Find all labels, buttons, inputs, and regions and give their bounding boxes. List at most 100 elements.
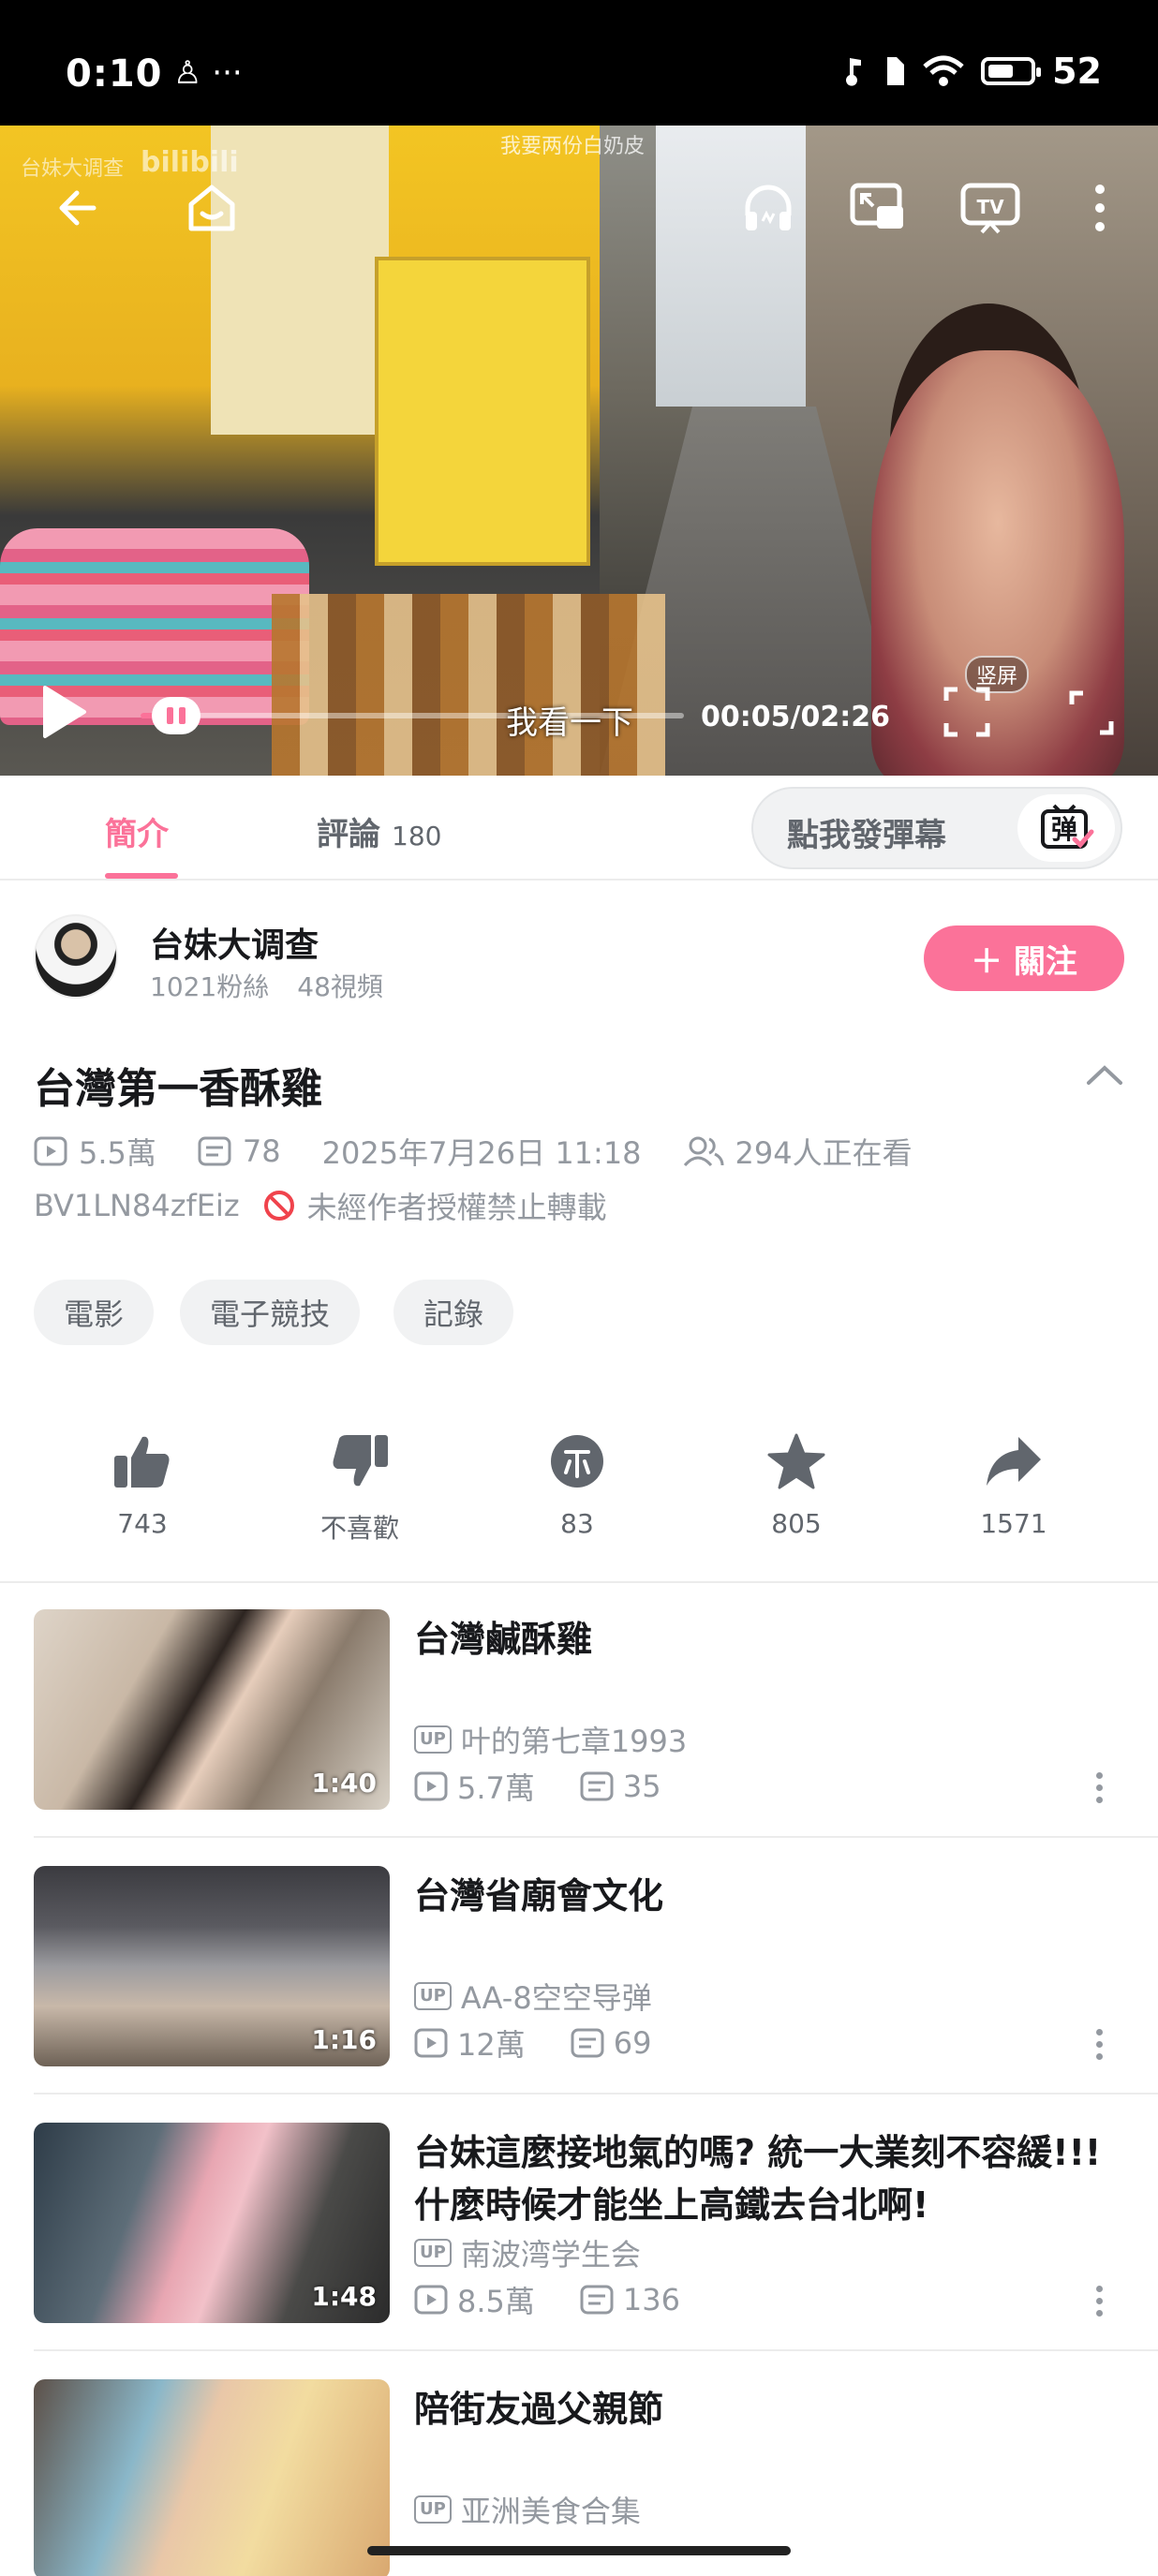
related-views: 12萬 bbox=[457, 2027, 526, 2063]
share-arrow-icon bbox=[987, 1437, 1041, 1486]
related-stats: 12萬 69 bbox=[414, 2021, 651, 2065]
up-badge-icon: UP bbox=[414, 1725, 452, 1754]
favorite-button[interactable]: 805 bbox=[731, 1431, 862, 1539]
home-icon[interactable] bbox=[184, 180, 240, 236]
tab-comments-label: 評論 bbox=[317, 816, 380, 853]
play-count-icon bbox=[414, 2285, 448, 2315]
up-badge-icon: UP bbox=[414, 2495, 452, 2524]
uploader-videos: 48視頻 bbox=[297, 971, 383, 1002]
related-separator bbox=[34, 2349, 1158, 2351]
related-video-item[interactable]: 1:40 台灣鹹酥雞 UP 叶的第七章1993 5.7萬 35 bbox=[0, 1609, 1158, 1849]
fullscreen-vertical-icon[interactable] bbox=[943, 686, 991, 738]
up-badge-icon: UP bbox=[414, 1982, 452, 2010]
play-count-icon bbox=[414, 2028, 448, 2058]
related-uploader-name: 南波湾学生会 bbox=[460, 2237, 641, 2273]
fullscreen-icon[interactable] bbox=[1068, 689, 1115, 736]
related-danmaku: 35 bbox=[622, 1769, 661, 1804]
tab-comments-count: 180 bbox=[392, 821, 442, 851]
uploader-stats: 1021粉絲 48視頻 bbox=[150, 967, 383, 1004]
viewers-icon bbox=[683, 1136, 724, 1167]
watching-now: 294人正在看 bbox=[735, 1135, 913, 1171]
tab-comments[interactable]: 評論 180 bbox=[317, 808, 441, 854]
related-thumbnail[interactable]: 1:16 bbox=[34, 1866, 390, 2066]
home-indicator[interactable] bbox=[367, 2546, 791, 2555]
related-uploader-name: AA-8空空导弹 bbox=[460, 1980, 652, 2016]
video-player[interactable]: 台妹大调查 bilibili 我要两份白奶皮 TV 竖屏 我看一下 00:05/… bbox=[0, 126, 1158, 776]
danmaku-count-icon bbox=[580, 2285, 614, 2315]
view-count: 5.5萬 bbox=[79, 1135, 156, 1171]
tab-intro[interactable]: 簡介 bbox=[105, 808, 169, 854]
related-title[interactable]: 台灣省廟會文化 bbox=[414, 1870, 1107, 1922]
related-video-item[interactable]: 1:48 台妹這麼接地氣的嗎? 統一大業刻不容緩!!! 什麼時候才能坐上高鐵去台… bbox=[0, 2123, 1158, 2362]
danmaku-input[interactable]: 點我發彈幕 弹 bbox=[751, 787, 1122, 869]
picture-in-picture-icon[interactable] bbox=[849, 180, 907, 236]
audio-headphones-icon[interactable] bbox=[740, 180, 796, 236]
related-uploader-name: 亚洲美食合集 bbox=[460, 2494, 641, 2529]
chevron-up-icon[interactable] bbox=[1085, 1062, 1124, 1087]
notification-icons: ♙ ··· bbox=[173, 54, 243, 92]
svg-text:TV: TV bbox=[976, 196, 1004, 218]
related-thumbnail[interactable]: 1:40 bbox=[34, 1609, 390, 1810]
related-separator bbox=[34, 1836, 1158, 1838]
coin-button[interactable]: 83 bbox=[512, 1431, 643, 1539]
like-button[interactable]: 743 bbox=[77, 1431, 208, 1539]
tag-record[interactable]: 記錄 bbox=[393, 1280, 514, 1345]
video-time: 00:05/02:26 bbox=[701, 701, 890, 733]
share-button[interactable]: 1571 bbox=[948, 1431, 1079, 1539]
back-arrow-icon[interactable] bbox=[52, 182, 105, 234]
related-title[interactable]: 台妹這麼接地氣的嗎? 統一大業刻不容緩!!! 什麼時候才能坐上高鐵去台北啊! bbox=[414, 2126, 1107, 2231]
danmaku-count-icon bbox=[198, 1136, 231, 1166]
no-repost-icon bbox=[263, 1191, 294, 1221]
related-title[interactable]: 台灣鹹酥雞 bbox=[414, 1613, 1107, 1666]
uploader-name[interactable]: 台妹大调查 bbox=[150, 918, 319, 967]
repost-notice: 未經作者授權禁止轉載 bbox=[306, 1190, 607, 1225]
video-title: 台灣第一香酥雞 bbox=[34, 1065, 322, 1113]
dislike-label: 不喜歡 bbox=[319, 1513, 399, 1544]
related-stats: 5.7萬 35 bbox=[414, 1765, 661, 1808]
video-meta-row: 5.5萬 78 2025年7月26日 11:18 294人正在看 bbox=[34, 1130, 913, 1173]
progress-handle[interactable] bbox=[152, 697, 200, 734]
avatar[interactable] bbox=[34, 914, 118, 999]
danmaku-count-icon bbox=[571, 2028, 604, 2058]
status-bar: 0:10 ♙ ··· 52 bbox=[0, 0, 1158, 126]
more-options-icon[interactable] bbox=[1094, 2280, 1104, 2322]
publish-date: 2025年7月26日 11:18 bbox=[321, 1135, 642, 1171]
section-divider bbox=[0, 1581, 1158, 1583]
related-uploader[interactable]: UP AA-8空空导弹 bbox=[414, 1975, 652, 2018]
danmaku-toggle-button[interactable]: 弹 bbox=[1017, 794, 1115, 862]
uploader-fans: 1021粉絲 bbox=[150, 971, 270, 1002]
related-thumbnail[interactable] bbox=[34, 2379, 390, 2576]
more-options-icon[interactable] bbox=[1094, 2023, 1104, 2065]
related-title[interactable]: 陪街友過父親節 bbox=[414, 2383, 1107, 2435]
star-icon bbox=[767, 1433, 825, 1489]
related-uploader[interactable]: UP 亚洲美食合集 bbox=[414, 2488, 641, 2531]
coin-count: 83 bbox=[560, 1508, 594, 1539]
battery-percent: 52 bbox=[1052, 51, 1102, 92]
related-thumbnail[interactable]: 1:48 bbox=[34, 2123, 390, 2323]
video-top-controls: TV bbox=[0, 176, 1158, 251]
related-separator bbox=[34, 2093, 1158, 2095]
more-vertical-icon[interactable] bbox=[1091, 180, 1109, 236]
tag-movie[interactable]: 電影 bbox=[34, 1280, 155, 1345]
up-badge-icon: UP bbox=[414, 2239, 452, 2267]
thumbs-up-icon bbox=[114, 1436, 170, 1488]
follow-button[interactable]: ＋ 關注 bbox=[924, 925, 1124, 991]
bvid[interactable]: BV1LN84zfEiz bbox=[34, 1188, 240, 1223]
dislike-button[interactable]: 不喜歡 bbox=[294, 1431, 425, 1546]
play-icon[interactable] bbox=[37, 682, 90, 742]
related-danmaku: 136 bbox=[622, 2282, 680, 2317]
related-uploader[interactable]: UP 叶的第七章1993 bbox=[414, 1718, 687, 1761]
danmaku-placeholder: 點我發彈幕 bbox=[787, 817, 946, 854]
related-danmaku: 69 bbox=[613, 2025, 652, 2061]
tag-esports[interactable]: 電子競技 bbox=[180, 1280, 361, 1345]
status-time: 0:10 bbox=[66, 52, 163, 96]
related-views: 5.7萬 bbox=[457, 1770, 535, 1806]
related-uploader-name: 叶的第七章1993 bbox=[460, 1724, 688, 1759]
tv-cast-icon[interactable]: TV bbox=[959, 180, 1021, 236]
more-options-icon[interactable] bbox=[1094, 1767, 1104, 1809]
related-video-item[interactable]: 1:16 台灣省廟會文化 UP AA-8空空导弹 12萬 69 bbox=[0, 1866, 1158, 2106]
headphones-status-icon bbox=[846, 58, 862, 86]
related-uploader[interactable]: UP 南波湾学生会 bbox=[414, 2231, 641, 2274]
video-scene-food bbox=[272, 594, 665, 776]
thumbs-down-icon bbox=[333, 1435, 388, 1487]
